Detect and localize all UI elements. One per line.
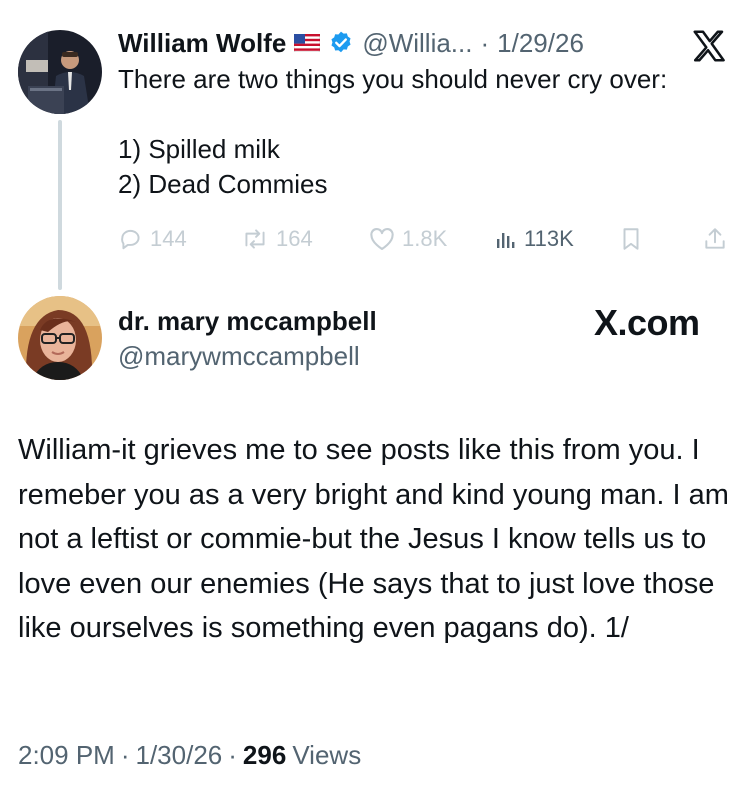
us-flag-icon — [293, 33, 321, 53]
reply-stat[interactable]: 144 — [118, 222, 187, 256]
reply-author-handle[interactable]: @marywmccampbell — [118, 341, 360, 372]
avatar-william-wolfe[interactable] — [18, 30, 102, 114]
x-logo-icon[interactable] — [690, 27, 728, 65]
tweet-date[interactable]: 1/29/26 — [497, 28, 584, 59]
repost-icon — [245, 229, 265, 249]
thread-connector-line — [58, 120, 62, 290]
reply-icon — [121, 229, 140, 250]
tweet1-text: There are two things you should never cr… — [118, 62, 738, 202]
repost-count: 164 — [276, 226, 313, 251]
tweet1-header: William Wolfe @Willia... · 1/29/26 — [118, 24, 584, 62]
meta-separator-1: · — [120, 740, 130, 770]
reply-date[interactable]: 1/30/26 — [136, 740, 223, 771]
heart-icon — [370, 228, 394, 250]
tweet1-line3: 2) Dead Commies — [118, 169, 328, 199]
reply-count: 144 — [150, 226, 187, 251]
share-button[interactable] — [702, 222, 728, 256]
bookmark-button[interactable] — [620, 222, 642, 256]
avatar-mary-mccampbell[interactable] — [18, 296, 102, 380]
verified-badge-icon — [328, 30, 354, 56]
header-separator: · — [480, 27, 490, 58]
reply-body-text: William-it grieves me to see posts like … — [18, 434, 729, 644]
views-count: 113K — [524, 226, 574, 251]
reply-metadata: 2:09 PM · 1/30/26 · 296 Views — [18, 740, 361, 771]
analytics-icon — [497, 233, 515, 248]
repost-stat[interactable]: 164 — [240, 222, 313, 256]
reply-views-count: 296 — [242, 740, 287, 770]
tweet1-line1: There are two things you should never cr… — [118, 64, 668, 94]
like-stat[interactable]: 1.8K — [368, 222, 447, 256]
reply-time[interactable]: 2:09 PM — [18, 740, 115, 771]
bookmark-icon — [623, 228, 639, 250]
x-com-watermark: X.com — [594, 302, 700, 343]
author-handle[interactable]: @Willia... — [362, 28, 472, 59]
share-icon — [705, 228, 725, 249]
tweet1-line2: 1) Spilled milk — [118, 134, 280, 164]
reply-author-name[interactable]: dr. mary mccampbell — [118, 306, 377, 337]
reply-views-label: Views — [292, 740, 362, 770]
views-stat[interactable]: 113K — [494, 222, 574, 256]
like-count: 1.8K — [402, 226, 448, 251]
meta-separator-2: · — [228, 740, 237, 770]
author-name[interactable]: William Wolfe — [118, 28, 286, 59]
